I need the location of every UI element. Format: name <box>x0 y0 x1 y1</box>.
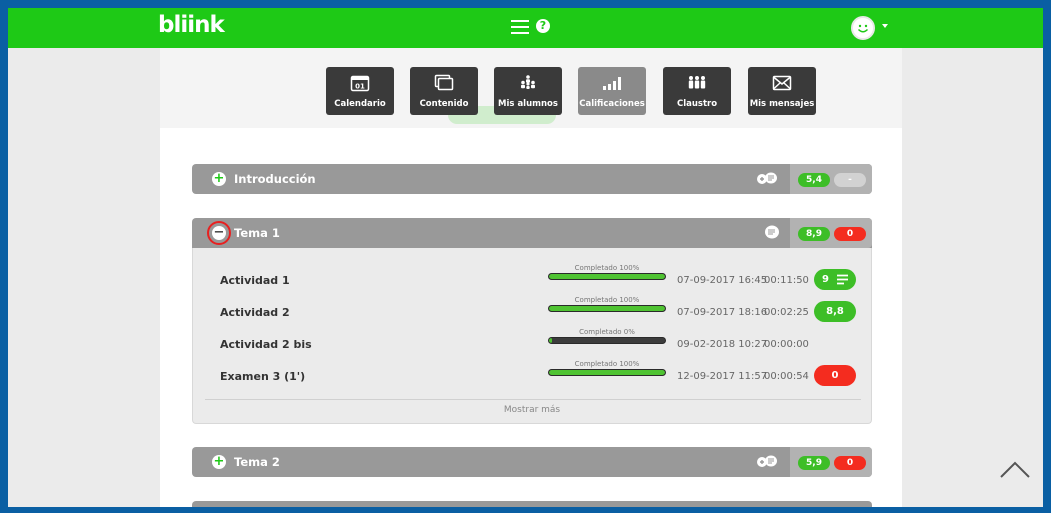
progress: Completado 0% <box>548 328 666 344</box>
section-title: Introducción <box>234 172 316 186</box>
result-value: 9 <box>822 274 829 285</box>
activity-date: 12-09-2017 11:57 <box>677 371 768 382</box>
nav-label: Calificaciones <box>579 99 645 109</box>
activity-date: 07-09-2017 18:16 <box>677 307 768 318</box>
smiley-avatar-icon[interactable] <box>851 16 875 40</box>
nav-mis-mensajes[interactable]: Mis mensajes <box>748 67 816 115</box>
chevron-up-icon[interactable] <box>998 453 1032 487</box>
progress-bar <box>548 273 666 280</box>
activity-name: Examen 3 (1') <box>220 370 306 383</box>
calendar-day: 01 <box>355 83 365 91</box>
score-badge: 5,4 <box>798 173 830 187</box>
activity-duration: 00:02:25 <box>764 307 809 318</box>
comment-icon[interactable] <box>762 225 784 241</box>
progress-label: Completado 0% <box>579 328 635 336</box>
collapse-minus-icon[interactable]: − <box>212 226 226 240</box>
progress-bar <box>548 369 666 376</box>
show-more-link[interactable]: Mostrar más <box>193 405 871 415</box>
activity-date: 07-09-2017 16:45 <box>677 275 768 286</box>
result-badge[interactable]: 0 <box>814 365 856 386</box>
calendar-icon: 01 <box>350 75 370 92</box>
activity-row[interactable]: Examen 3 (1') Completado 100% 12-09-2017… <box>193 360 873 390</box>
nav-mis-alumnos[interactable]: Mis alumnos <box>494 67 562 115</box>
hamburger-menu-icon[interactable] <box>511 20 529 34</box>
section-scores: 5,9 0 <box>790 447 872 477</box>
tema-1-activities-panel: Actividad 1 Completado 100% 07-09-2017 1… <box>192 248 872 424</box>
activity-name: Actividad 2 <box>220 306 290 319</box>
section-tema-1[interactable]: − Tema 1 8,9 0 <box>192 218 872 248</box>
nav-label: Mis alumnos <box>498 99 558 109</box>
score-badge: 8,9 <box>798 227 830 241</box>
activity-date: 09-02-2018 10:27 <box>677 339 768 350</box>
extra-badge: - <box>834 173 866 187</box>
expand-plus-icon[interactable]: + <box>212 172 226 186</box>
add-comment-icon[interactable] <box>756 454 778 470</box>
extra-badge: 0 <box>834 456 866 470</box>
progress-label: Completado 100% <box>574 264 640 272</box>
progress-bar <box>548 337 666 344</box>
activity-name: Actividad 1 <box>220 274 290 287</box>
activity-row[interactable]: Actividad 2 Completado 100% 07-09-2017 1… <box>193 296 873 326</box>
grades-chart-icon <box>603 77 621 90</box>
app-frame: bliink ? 01 Calendario Contenido Mis alu… <box>0 0 1051 513</box>
activity-row[interactable]: Actividad 2 bis Completado 0% 09-02-2018… <box>193 328 873 358</box>
comment-lines-icon <box>837 274 848 285</box>
nav-calendario[interactable]: 01 Calendario <box>326 67 394 115</box>
extra-badge: 0 <box>834 227 866 241</box>
faculty-icon <box>688 76 706 89</box>
section-tema-2[interactable]: + Tema 2 5,9 0 <box>192 447 872 477</box>
divider <box>205 399 861 400</box>
progress: Completado 100% <box>548 296 666 312</box>
nav-label: Calendario <box>334 99 386 109</box>
progress: Completado 100% <box>548 264 666 280</box>
result-badge[interactable]: 8,8 <box>814 301 856 322</box>
progress-label: Completado 100% <box>574 360 640 368</box>
nav-label: Claustro <box>676 99 718 109</box>
content-icon <box>434 74 454 91</box>
nav-label: Mis mensajes <box>749 99 815 109</box>
nav-calificaciones[interactable]: Calificaciones <box>578 67 646 115</box>
nav-contenido[interactable]: Contenido <box>410 67 478 115</box>
progress: Completado 100% <box>548 360 666 376</box>
expand-plus-icon[interactable]: + <box>212 455 226 469</box>
activity-duration: 00:00:00 <box>764 339 809 350</box>
section-title: Tema 1 <box>234 226 280 240</box>
nav-label: Contenido <box>419 99 469 109</box>
score-badge: 5,9 <box>798 456 830 470</box>
section-scores: 5,4 - <box>790 164 872 194</box>
progress-bar <box>548 305 666 312</box>
activity-duration: 00:11:50 <box>764 275 809 286</box>
help-icon[interactable]: ? <box>536 19 550 33</box>
progress-label: Completado 100% <box>574 296 640 304</box>
section-title: Tema 2 <box>234 455 280 469</box>
top-bar: bliink ? <box>8 8 1043 48</box>
section-scores: 8,9 0 <box>790 218 872 248</box>
brand-logo[interactable]: bliink <box>158 12 225 38</box>
result-badge[interactable]: 9 <box>814 269 856 290</box>
mail-icon <box>772 75 792 91</box>
students-icon <box>521 75 535 89</box>
activity-name: Actividad 2 bis <box>220 338 312 351</box>
activity-row[interactable]: Actividad 1 Completado 100% 07-09-2017 1… <box>193 264 873 294</box>
activity-duration: 00:00:54 <box>764 371 809 382</box>
nav-claustro[interactable]: Claustro <box>663 67 731 115</box>
section-introduccion[interactable]: + Introducción 5,4 - <box>192 164 872 194</box>
add-comment-icon[interactable] <box>756 171 778 187</box>
chevron-down-icon[interactable] <box>882 24 888 28</box>
section-next-partial[interactable] <box>192 501 872 507</box>
